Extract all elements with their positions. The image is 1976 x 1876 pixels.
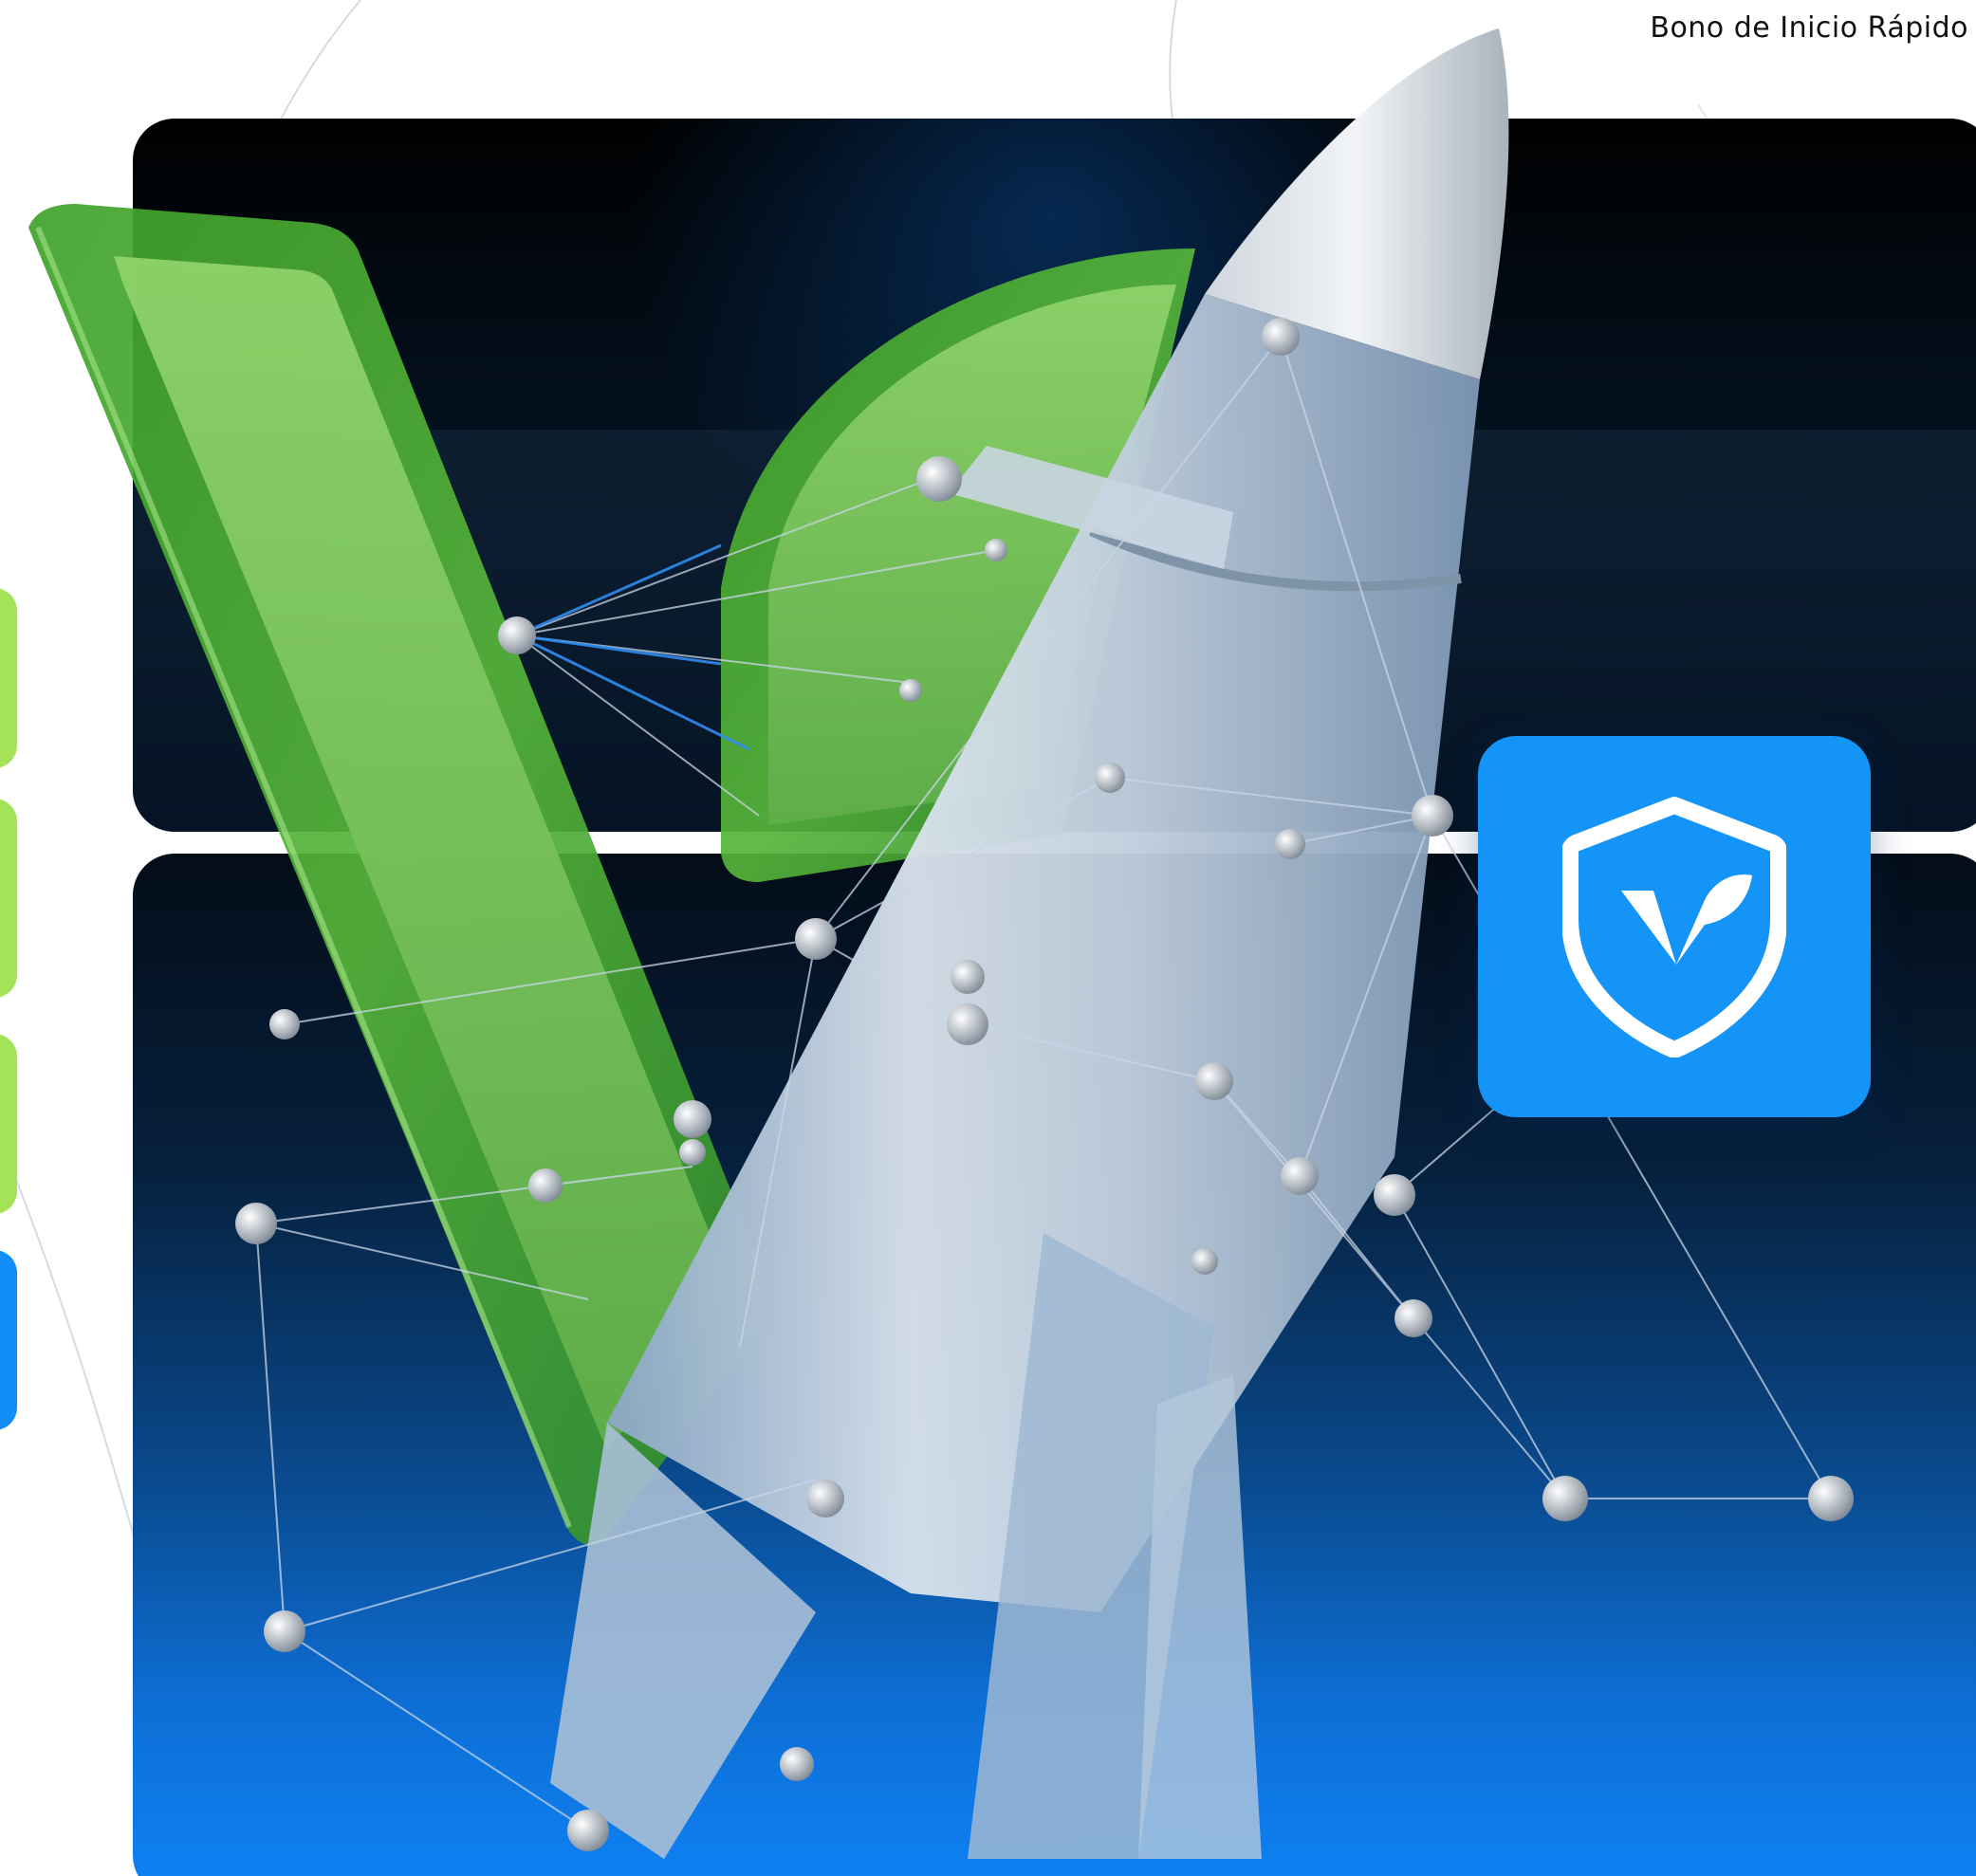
shield-leaf-logo-icon bbox=[1562, 797, 1786, 1058]
shield-logo-tile[interactable] bbox=[1478, 736, 1871, 1117]
network-lines-highlight bbox=[516, 543, 750, 751]
page: Bono de Inicio Rápido bbox=[0, 0, 1976, 1876]
